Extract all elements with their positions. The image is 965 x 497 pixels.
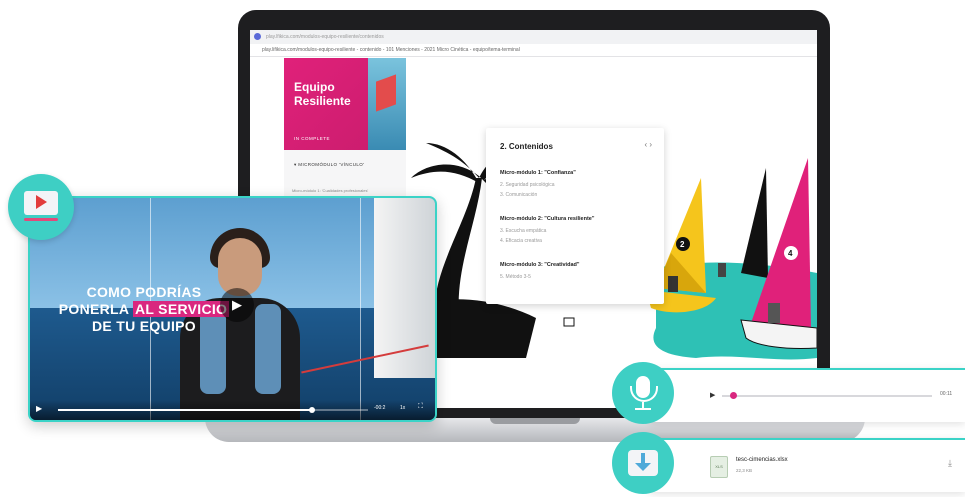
contents-card: 2. Contenidos ‹ › Micro-módulo 1: "Confi… [486, 128, 664, 304]
module-2-item-2[interactable]: 4. Eficacia creativa [500, 238, 542, 244]
lesson-content: 2 4 2. Contenidos ‹ › Micro-módulo 1: "C… [406, 58, 817, 408]
sailor-figure-1 [668, 276, 678, 292]
video-mast-line [360, 198, 361, 420]
video-play-icon [36, 195, 47, 209]
black-sail [741, 168, 768, 278]
module-heading[interactable]: ▾ MICROMÓDULO 'VÍNCULO' [294, 162, 364, 168]
video-progress-fill [58, 409, 313, 411]
fullscreen-icon[interactable]: ⛶ [418, 403, 423, 411]
file-size: 22,3 KB [736, 468, 753, 473]
file-attachment[interactable]: XLS tesc-cimencias.xlsx 22,3 KB ⤓ [650, 438, 965, 492]
audio-player: ▶ 00:11 [650, 368, 965, 422]
microphone-badge [612, 362, 674, 424]
browser-tab-text[interactable]: play.lfikica.com/modulos-equipo-resilien… [266, 32, 686, 42]
caption-line-2-start: PONERLA [58, 301, 133, 317]
file-name[interactable]: tesc-cimencias.xlsx [736, 457, 788, 463]
browser-tab-bar: play.lfikica.com/modulos-equipo-resilien… [250, 30, 817, 45]
module-1-title[interactable]: Micro-módulo 1: "Confianza" [500, 170, 576, 176]
sidebar-item[interactable]: Micro-módulo 1: 'Cualidades profesionale… [292, 186, 400, 196]
course-title: Equipo Resiliente [294, 80, 351, 108]
caption-highlight: AL SERVICIO [132, 301, 230, 317]
video-person-vest [255, 304, 281, 394]
laptop-notch [490, 418, 580, 424]
course-status: IN COMPLETE [294, 136, 331, 141]
audio-progress-bar[interactable] [722, 392, 932, 399]
microphone-arc [630, 386, 658, 402]
video-play-button[interactable]: ▶ [220, 288, 254, 322]
play-icon[interactable]: ▶ [36, 404, 42, 413]
caption-line-3: DE TU EQUIPO [92, 318, 196, 334]
bucket-item [563, 317, 575, 327]
sailor-figure-2 [768, 303, 780, 323]
video-badge [8, 174, 74, 240]
address-bar[interactable]: play.lifikica.com/modulos-equipo-resilie… [250, 44, 817, 57]
caption-line-1: COMO PODRÍAS [86, 284, 202, 300]
contents-title: 2. Contenidos [500, 142, 553, 151]
caption-line-2: PONERLA AL SERVICIO [44, 301, 244, 318]
video-controls: ▶ -00:2 1x ⛶ [30, 400, 435, 420]
video-progress-handle[interactable] [309, 407, 316, 413]
video-bar-icon [24, 218, 58, 221]
module-1-item-1[interactable]: 2. Seguridad psicológica [500, 182, 554, 188]
module-1-item-2[interactable]: 3. Comunicación [500, 192, 537, 198]
module-2-title[interactable]: Micro-módulo 2: "Cultura resiliente" [500, 216, 594, 222]
audio-progress-handle[interactable] [729, 392, 737, 399]
module-2-item-1[interactable]: 3. Escucha empática [500, 228, 546, 234]
video-player[interactable]: COMO PODRÍAS PONERLA AL SERVICIO DE TU E… [28, 196, 437, 422]
video-time-remaining: -00:2 [374, 405, 386, 411]
contents-nav-arrows[interactable]: ‹ › [644, 140, 652, 149]
microphone-foot [635, 408, 651, 410]
audio-play-icon[interactable]: ▶ [710, 391, 715, 399]
sailor-figure-3 [718, 263, 726, 277]
module-3-title[interactable]: Micro-módulo 3: "Creatividad" [500, 262, 579, 268]
course-card[interactable]: Equipo Resiliente IN COMPLETE [284, 58, 406, 150]
download-badge [612, 432, 674, 494]
audio-time: 00:11 [940, 391, 953, 397]
download-arrow-head [635, 463, 651, 471]
spreadsheet-file-icon: XLS [710, 456, 728, 478]
video-progress-bar[interactable] [58, 407, 368, 413]
playback-speed-button[interactable]: 1x [400, 405, 405, 411]
download-icon[interactable]: ⤓ [948, 458, 952, 469]
sail-badge-2: 4 [788, 249, 793, 258]
sail-badge-1: 2 [680, 240, 685, 249]
address-text: play.lifikica.com/modulos-equipo-resilie… [262, 47, 520, 53]
video-caption: COMO PODRÍAS PONERLA AL SERVICIO DE TU E… [44, 284, 244, 335]
browser-favicon-icon [254, 33, 261, 40]
module-3-item-1[interactable]: 5. Método 3-5 [500, 274, 531, 280]
